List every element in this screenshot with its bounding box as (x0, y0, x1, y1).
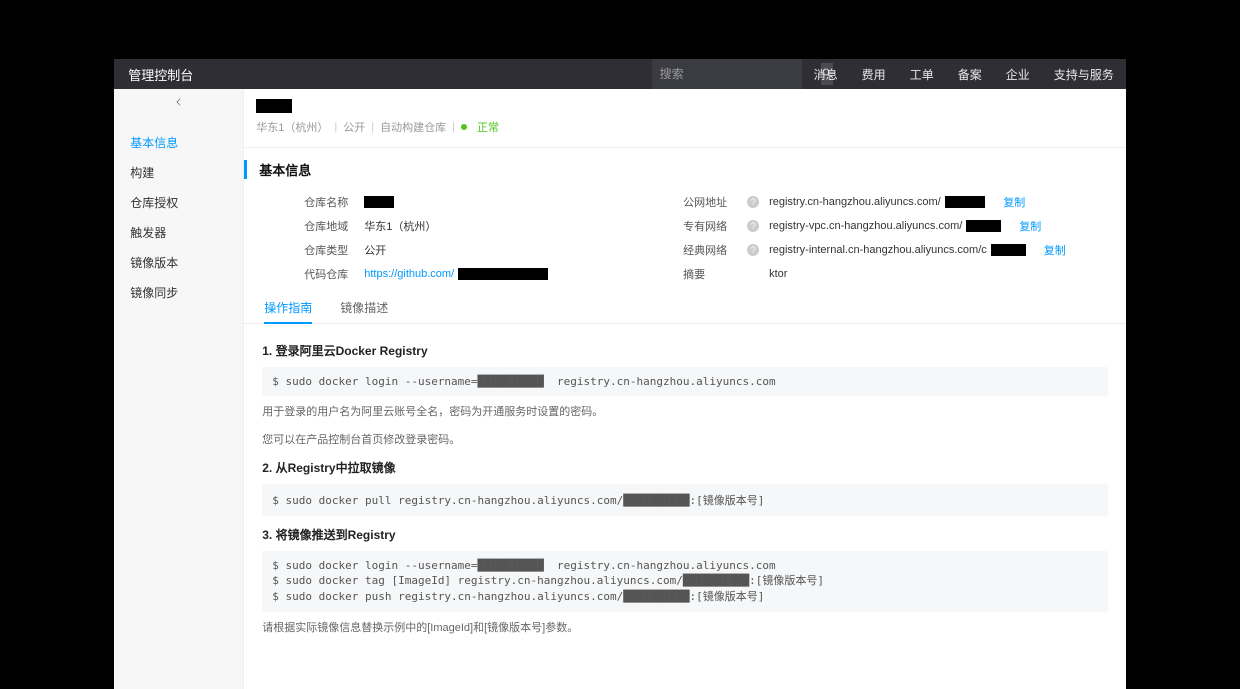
crumb-visibility: 公开 (343, 119, 365, 135)
tab-desc[interactable]: 镜像描述 (340, 299, 388, 323)
label-region: 仓库地域 (304, 218, 354, 234)
value-repo-name-redacted: x (364, 196, 394, 208)
step1-help2: 您可以在产品控制台首页修改登录密码。 (262, 432, 1108, 450)
value-internal-addr: registry-internal.cn-hangzhou.aliyuncs.c… (769, 244, 1026, 256)
step2-code[interactable]: $ sudo docker pull registry.cn-hangzhou.… (262, 484, 1108, 516)
code-repo-link[interactable]: https://github.com/ (364, 268, 454, 280)
step3-help: 请根据实际镜像信息替换示例中的[ImageId]和[镜像版本号]参数。 (262, 620, 1108, 638)
label-repo-name: 仓库名称 (304, 194, 354, 210)
crumb-kind: 自动构建仓库 (380, 119, 446, 135)
sidebar-item-image-sync[interactable]: 镜像同步 (114, 277, 243, 307)
back-button[interactable] (114, 89, 243, 117)
sidebar-item-trigger[interactable]: 触发器 (114, 217, 243, 247)
nav-messages[interactable]: 消息 (802, 66, 850, 83)
step1-code[interactable]: $ sudo docker login --username=█████████… (262, 367, 1108, 396)
sidebar-item-basic[interactable]: 基本信息 (114, 127, 243, 157)
value-region: 华东1（杭州） (364, 218, 436, 234)
step1-title: 1. 登录阿里云Docker Registry (262, 342, 1108, 359)
tab-guide[interactable]: 操作指南 (264, 299, 312, 324)
label-vpc-addr: 专有网络 (683, 218, 733, 234)
console-title: 管理控制台 (114, 65, 207, 84)
sidebar-item-build[interactable]: 构建 (114, 157, 243, 187)
nav-enterprise[interactable]: 企业 (994, 66, 1042, 83)
help-icon[interactable]: ? (747, 244, 759, 256)
label-code-repo: 代码仓库 (304, 266, 354, 282)
section-title: 基本信息 (244, 160, 1126, 179)
step1-help1: 用于登录的用户名为阿里云账号全名，密码为开通服务时设置的密码。 (262, 404, 1108, 422)
label-type: 仓库类型 (304, 242, 354, 258)
chevron-left-icon (174, 94, 184, 113)
search-box[interactable] (652, 59, 802, 89)
nav-billing[interactable]: 费用 (850, 66, 898, 83)
step2-title: 2. 从Registry中拉取镜像 (262, 459, 1108, 476)
copy-internal[interactable]: 复制 (1044, 242, 1066, 258)
breadcrumb: 华东1（杭州） | 公开 | 自动构建仓库 | 正常 (256, 119, 1114, 135)
label-internal-addr: 经典网络 (683, 242, 733, 258)
help-icon[interactable]: ? (747, 196, 759, 208)
value-vpc-addr: registry-vpc.cn-hangzhou.aliyuncs.com/xx (769, 220, 1001, 232)
copy-vpc[interactable]: 复制 (1019, 218, 1041, 234)
nav-ticket[interactable]: 工单 (898, 66, 946, 83)
label-summary: 摘要 (683, 266, 733, 282)
step3-title: 3. 将镜像推送到Registry (262, 526, 1108, 543)
main-content: xx 华东1（杭州） | 公开 | 自动构建仓库 | 正常 基本信息 仓库名称 x… (244, 89, 1126, 689)
help-icon[interactable]: ? (747, 220, 759, 232)
step3-code[interactable]: $ sudo docker login --username=█████████… (262, 551, 1108, 612)
value-public-addr: registry.cn-hangzhou.aliyuncs.com/xxx (769, 196, 985, 208)
value-type: 公开 (364, 242, 386, 258)
sidebar-item-image-version[interactable]: 镜像版本 (114, 247, 243, 277)
nav-beian[interactable]: 备案 (946, 66, 994, 83)
repo-name-redacted: xx (256, 99, 292, 113)
label-public-addr: 公网地址 (683, 194, 733, 210)
copy-public[interactable]: 复制 (1003, 194, 1025, 210)
value-summary: ktor (769, 268, 787, 280)
crumb-region: 华东1（杭州） (256, 119, 328, 135)
status-dot-icon (461, 124, 467, 130)
search-input[interactable] (660, 67, 815, 81)
sidebar: 基本信息 构建 仓库授权 触发器 镜像版本 镜像同步 (114, 89, 244, 689)
sidebar-item-auth[interactable]: 仓库授权 (114, 187, 243, 217)
status-text: 正常 (477, 119, 499, 135)
nav-support[interactable]: 支持与服务 (1042, 66, 1126, 83)
topbar: 管理控制台 消息 费用 工单 备案 企业 支持与服务 (114, 59, 1126, 89)
